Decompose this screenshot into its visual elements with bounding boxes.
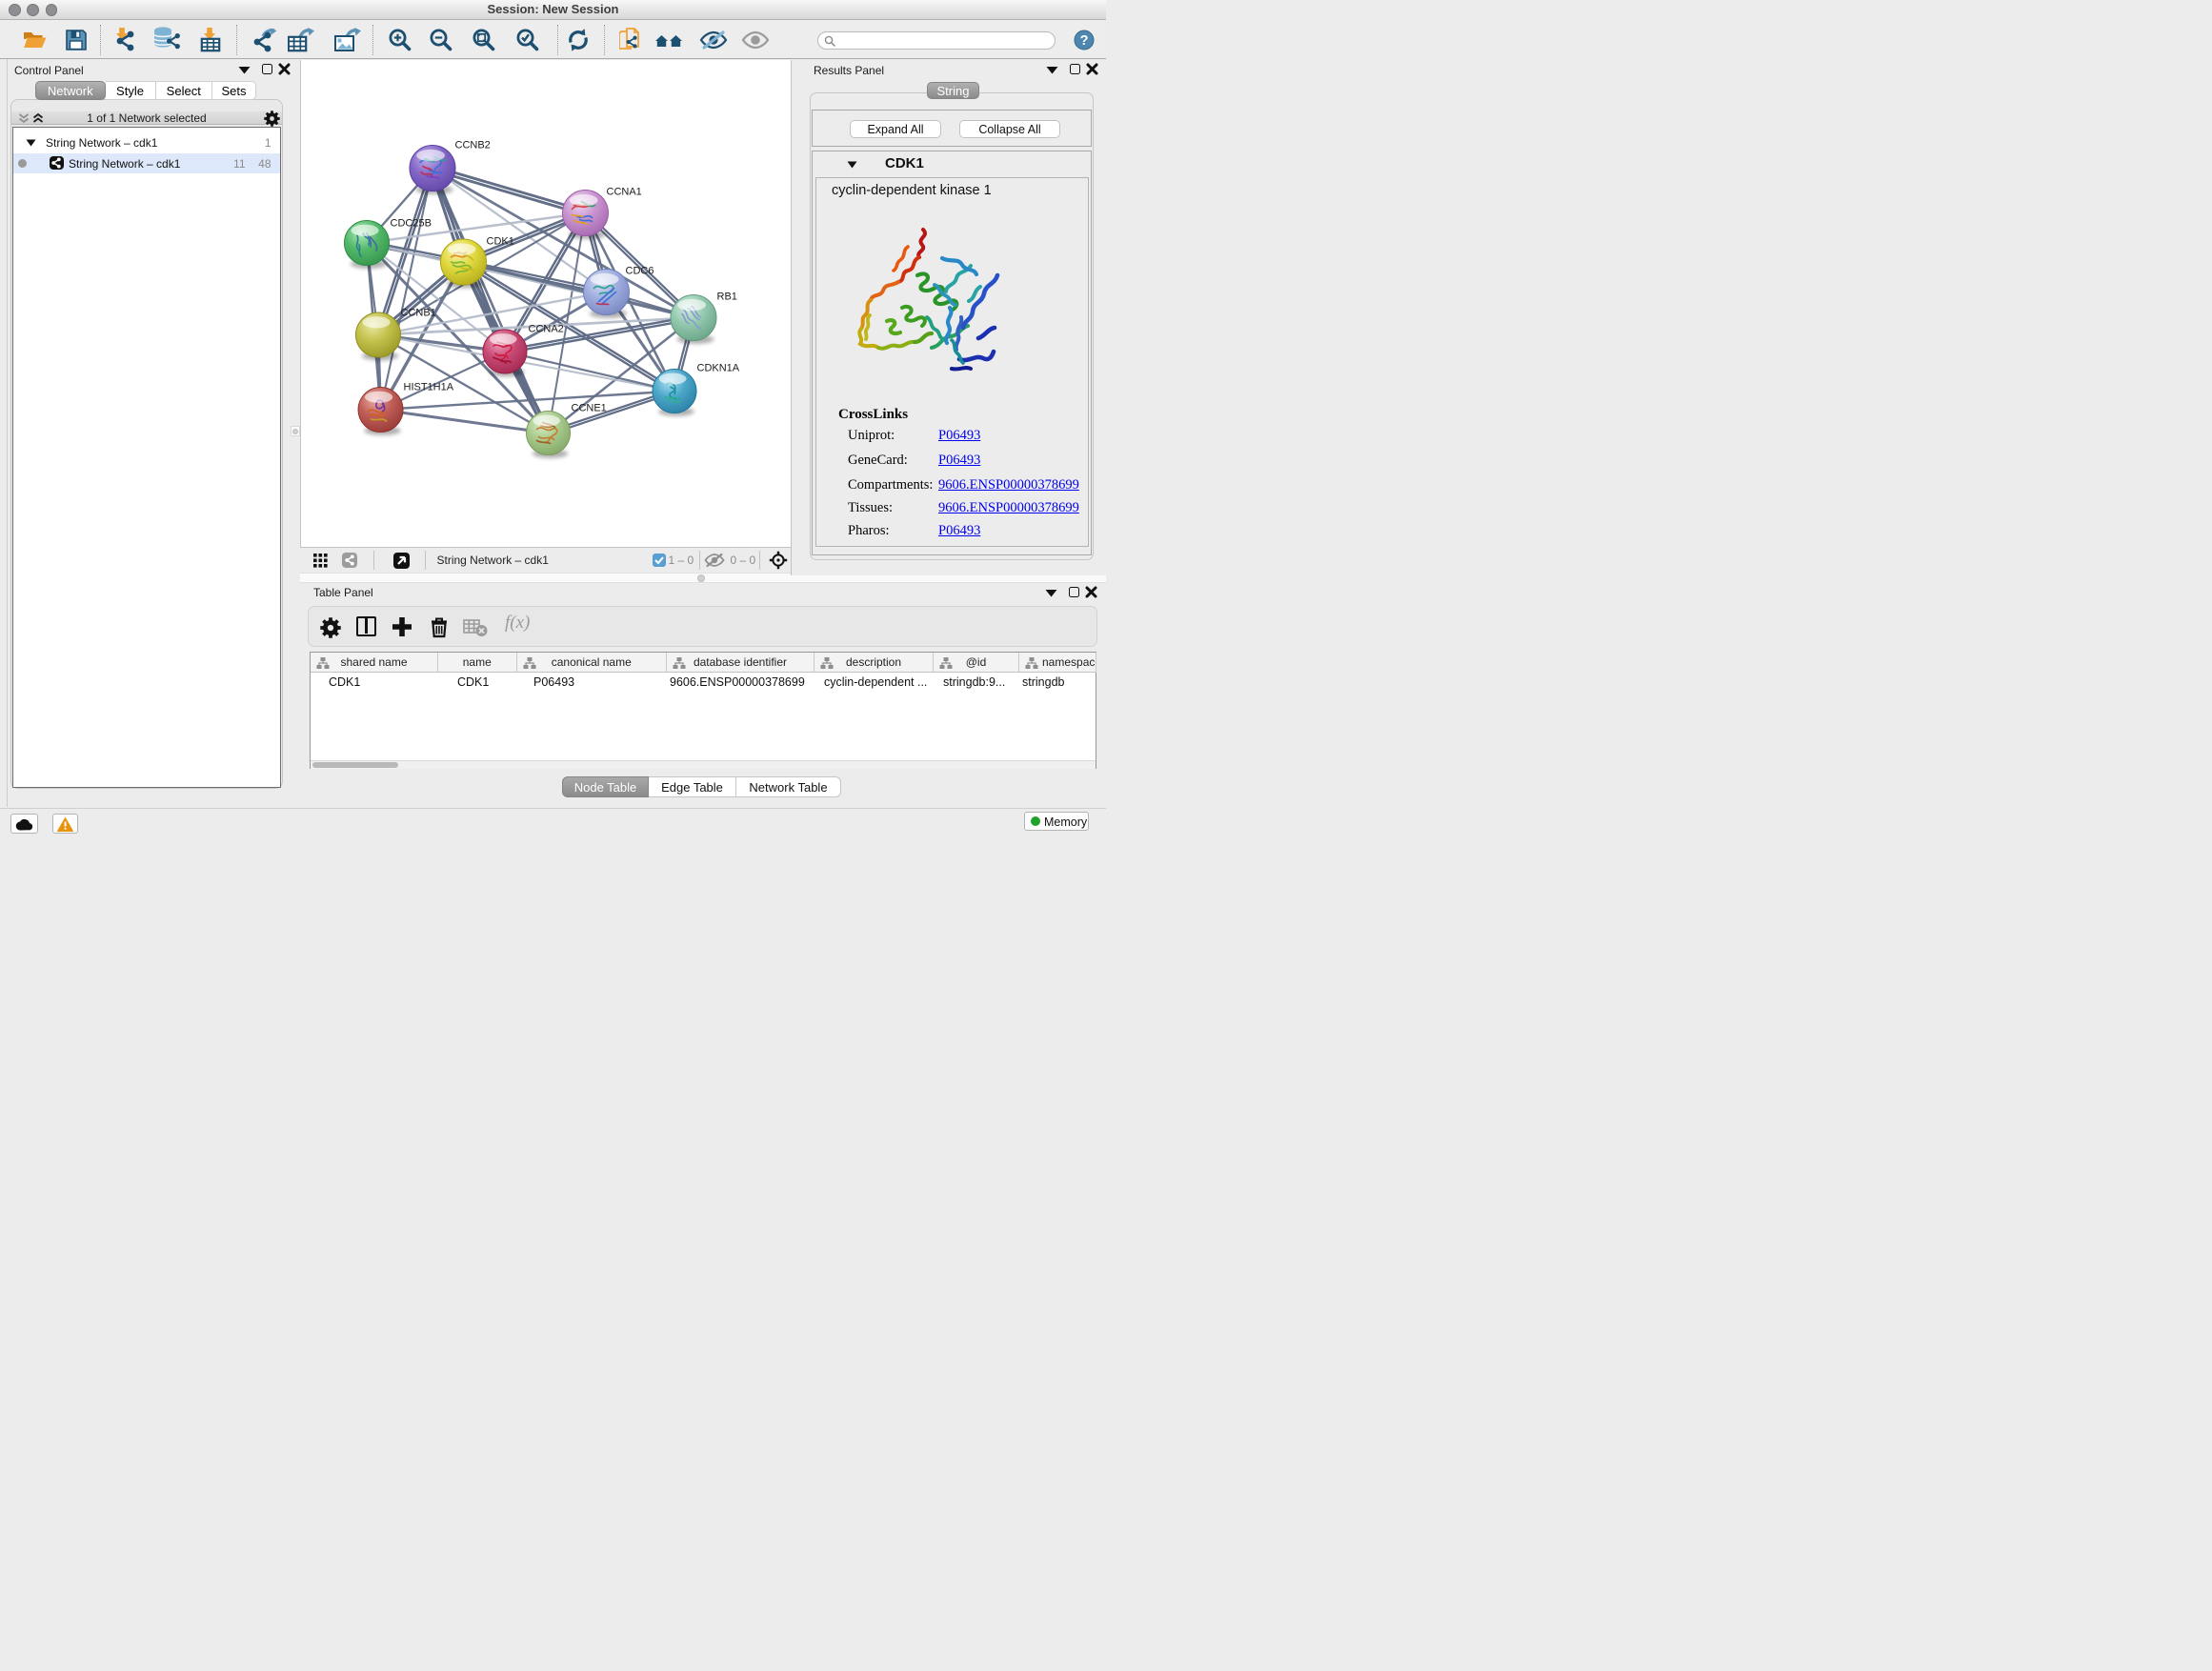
svg-text:CCNE1: CCNE1 (571, 402, 606, 413)
svg-text:CDKN1A: CDKN1A (696, 362, 739, 373)
svg-text:RB1: RB1 (716, 291, 736, 302)
svg-text:?: ? (1080, 33, 1089, 49)
svg-text:CDK1: CDK1 (486, 235, 513, 247)
svg-text:CCNB2: CCNB2 (454, 139, 490, 151)
svg-text:CCNB1: CCNB1 (400, 307, 435, 318)
svg-text:CDC25B: CDC25B (390, 217, 431, 229)
svg-text:CCNA2: CCNA2 (528, 323, 563, 334)
svg-text:CDC6: CDC6 (625, 265, 654, 276)
svg-text:CCNA1: CCNA1 (606, 186, 641, 197)
svg-text:HIST1H1A: HIST1H1A (403, 381, 453, 393)
